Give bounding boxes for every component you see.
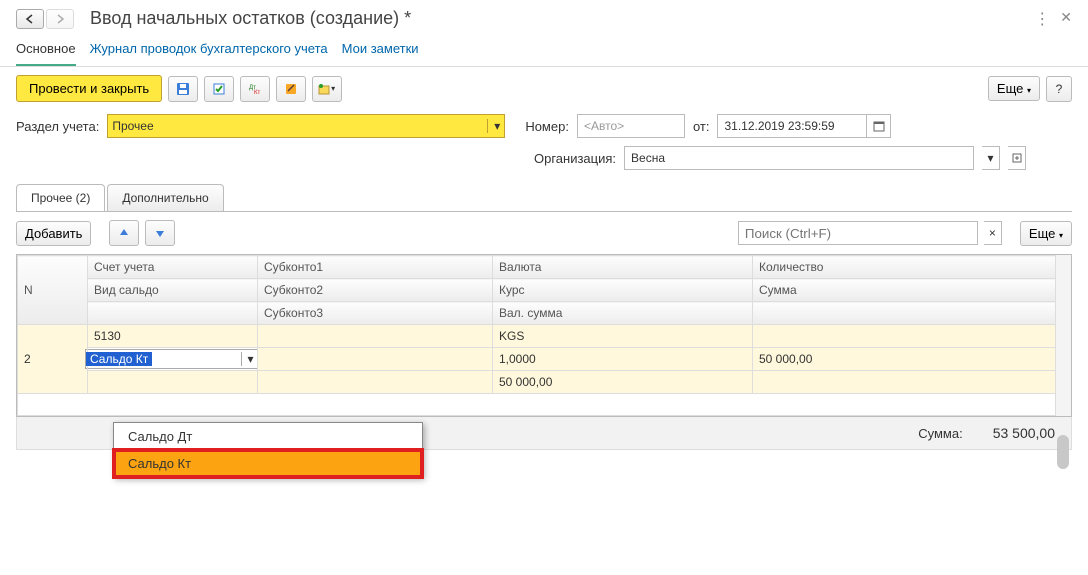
scrollbar[interactable] [1055, 255, 1071, 416]
col-rate[interactable]: Курс [493, 279, 753, 302]
subnav-journal[interactable]: Журнал проводок бухгалтерского учета [90, 41, 328, 56]
footer-sum-value: 53 500,00 [993, 425, 1055, 441]
chevron-down-icon[interactable]: ▾ [487, 119, 500, 133]
from-label: от: [693, 119, 710, 134]
grid-more-button[interactable]: Еще ▾ [1020, 221, 1072, 246]
date-field[interactable]: 31.12.2019 23:59:59 [717, 114, 867, 138]
table-row: 50 000,00 [18, 371, 1071, 394]
add-button[interactable]: Добавить [16, 221, 91, 246]
attach-icon[interactable]: ▾ [312, 76, 342, 102]
dropdown-option-dt[interactable]: Сальдо Дт [114, 423, 422, 450]
calendar-icon[interactable] [867, 114, 891, 138]
col-qty[interactable]: Количество [753, 256, 1071, 279]
org-dropdown-icon[interactable]: ▾ [982, 146, 1000, 170]
col-saldo[interactable]: Вид сальдо [88, 279, 258, 302]
subnav-main[interactable]: Основное [16, 41, 76, 66]
search-input[interactable] [738, 221, 978, 245]
more-button[interactable]: Еще ▾ [988, 76, 1040, 101]
close-icon[interactable]: ✕ [1060, 9, 1072, 29]
org-open-icon[interactable] [1008, 146, 1026, 170]
number-label: Номер: [525, 119, 569, 134]
move-up-icon[interactable] [109, 220, 139, 246]
saldo-dropdown: Сальдо Дт Сальдо Кт [113, 422, 423, 478]
page-title: Ввод начальных остатков (создание) * [90, 8, 411, 29]
submit-close-button[interactable]: Провести и закрыть [16, 75, 162, 102]
col-sub1[interactable]: Субконто1 [258, 256, 493, 279]
grid: N Счет учета Субконто1 Валюта Количество… [16, 254, 1072, 417]
col-sub2[interactable]: Субконто2 [258, 279, 493, 302]
org-label: Организация: [534, 151, 616, 166]
org-field[interactable]: Весна [624, 146, 974, 170]
col-sum[interactable]: Сумма [753, 279, 1071, 302]
nav-forward-button[interactable] [46, 9, 74, 29]
dt-kt-icon[interactable]: ДтКт [240, 76, 270, 102]
saldo-editor[interactable]: Сальдо Кт ▾ [85, 349, 260, 369]
post-icon[interactable] [204, 76, 234, 102]
kebab-menu-icon[interactable]: ⋮ [1034, 9, 1050, 29]
nav-back-button[interactable] [16, 9, 44, 29]
col-account[interactable]: Счет учета [88, 256, 258, 279]
section-select[interactable]: Прочее ▾ [107, 114, 505, 138]
footer-sum-label: Сумма: [918, 426, 962, 441]
chevron-down-icon[interactable]: ▾ [241, 352, 259, 366]
help-button[interactable]: ? [1046, 76, 1072, 102]
move-down-icon[interactable] [145, 220, 175, 246]
notes-icon[interactable] [276, 76, 306, 102]
tab-additional[interactable]: Дополнительно [107, 184, 223, 211]
col-n[interactable]: N [18, 256, 88, 325]
number-field[interactable]: <Авто> [577, 114, 685, 138]
svg-text:Кт: Кт [254, 90, 260, 96]
col-sub3[interactable]: Субконто3 [258, 302, 493, 325]
subnav-notes[interactable]: Мои заметки [342, 41, 419, 56]
dropdown-option-kt[interactable]: Сальдо Кт [114, 450, 422, 477]
save-icon[interactable] [168, 76, 198, 102]
search-clear-icon[interactable]: × [984, 221, 1002, 245]
tab-main[interactable]: Прочее (2) [16, 184, 105, 211]
col-currency[interactable]: Валюта [493, 256, 753, 279]
col-valsum[interactable]: Вал. сумма [493, 302, 753, 325]
section-label: Раздел учета: [16, 119, 99, 134]
table-row: Сальдо Кт ▾ 1,0000 50 000,00 [18, 348, 1071, 371]
table-row[interactable]: 2 5130 KGS [18, 325, 1071, 348]
